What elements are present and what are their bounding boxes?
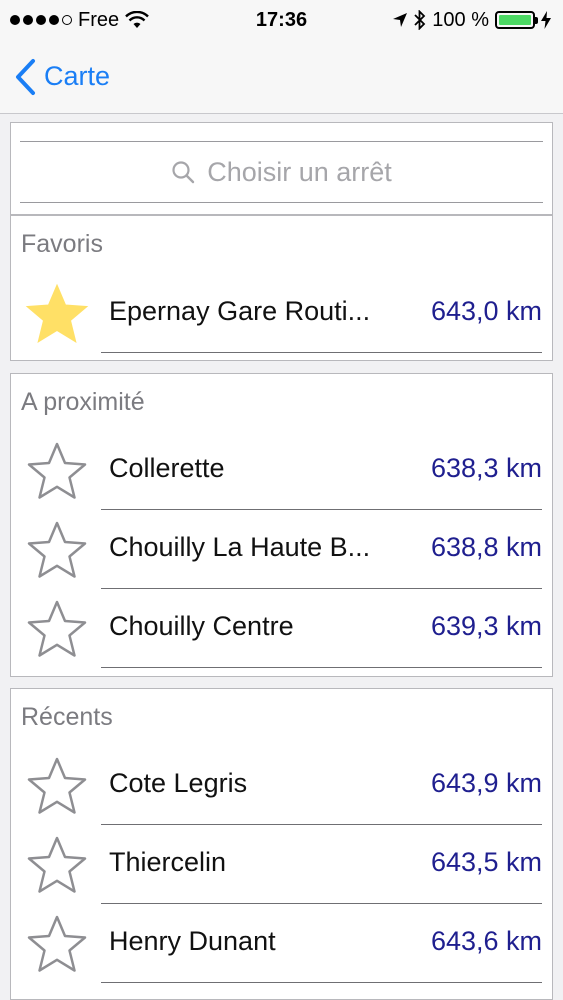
star-outline-icon[interactable] bbox=[25, 439, 89, 503]
stop-distance: 643,5 km bbox=[430, 847, 542, 877]
navigation-bar: Carte bbox=[0, 40, 563, 114]
location-arrow-icon bbox=[393, 13, 408, 27]
carrier-name: Free bbox=[78, 8, 120, 31]
chevron-left-icon bbox=[16, 58, 35, 95]
stop-distance: 638,3 km bbox=[430, 453, 542, 483]
battery-percentage: 100 % bbox=[432, 8, 489, 31]
row-divider bbox=[101, 982, 542, 983]
list-item[interactable]: Chouilly La Haute B... 638,8 km bbox=[11, 510, 552, 589]
section-title-recents: Récents bbox=[21, 703, 113, 731]
list-item[interactable]: Chouilly Centre 639,3 km bbox=[11, 589, 552, 668]
search-placeholder: Choisir un arrêt bbox=[207, 156, 392, 187]
list-item[interactable]: Epernay Gare Routi... 643,0 km bbox=[11, 274, 552, 353]
star-outline-icon[interactable] bbox=[25, 833, 89, 897]
list-item[interactable]: Cote Legris 643,9 km bbox=[11, 746, 552, 825]
list-item[interactable]: Collerette 638,3 km bbox=[11, 431, 552, 510]
status-bar: Free 17:36 100 % bbox=[0, 0, 563, 40]
stop-distance: 643,6 km bbox=[430, 926, 542, 956]
stop-name: Thiercelin bbox=[109, 847, 227, 877]
status-indicators: 100 % bbox=[392, 9, 551, 32]
star-outline-icon[interactable] bbox=[25, 518, 89, 582]
recents-section: Récents Cote Legris 643,9 km Thiercelin … bbox=[10, 688, 553, 1000]
stop-name: Chouilly La Haute B... bbox=[109, 532, 371, 562]
star-filled-icon[interactable] bbox=[25, 282, 89, 346]
star-outline-icon[interactable] bbox=[25, 912, 89, 976]
signal-strength-icon bbox=[10, 15, 72, 25]
search-icon bbox=[172, 161, 195, 184]
battery-icon bbox=[495, 11, 538, 29]
section-title-proximite: A proximité bbox=[21, 388, 145, 416]
stop-name: Collerette bbox=[109, 453, 225, 483]
stop-distance: 643,0 km bbox=[430, 296, 542, 326]
stop-name: Cote Legris bbox=[109, 768, 248, 798]
stop-distance: 638,8 km bbox=[430, 532, 542, 562]
search-input[interactable]: Choisir un arrêt bbox=[20, 141, 543, 203]
list-item[interactable]: Henry Dunant 643,6 km bbox=[11, 904, 552, 983]
favorites-section: Favoris Epernay Gare Routi... 643,0 km bbox=[10, 215, 553, 361]
stop-name: Henry Dunant bbox=[109, 926, 276, 956]
wifi-icon bbox=[125, 11, 149, 28]
row-divider bbox=[101, 352, 542, 353]
list-item[interactable]: Thiercelin 643,5 km bbox=[11, 825, 552, 904]
stop-distance: 643,9 km bbox=[430, 768, 542, 798]
carrier-group: Free bbox=[10, 9, 149, 32]
stop-name: Chouilly Centre bbox=[109, 611, 294, 641]
bluetooth-icon bbox=[414, 10, 426, 30]
search-container: Choisir un arrêt bbox=[10, 122, 553, 215]
section-title-favoris: Favoris bbox=[21, 230, 103, 258]
nearby-section: A proximité Collerette 638,3 km Chouilly… bbox=[10, 373, 553, 677]
clock-time: 17:36 bbox=[255, 8, 308, 31]
stop-distance: 639,3 km bbox=[430, 611, 542, 641]
stop-list-content: Choisir un arrêt Favoris Epernay Gare Ro… bbox=[0, 114, 563, 1000]
row-divider bbox=[101, 667, 542, 668]
back-label: Carte bbox=[44, 61, 111, 91]
back-button[interactable]: Carte bbox=[14, 58, 110, 96]
charging-bolt-icon bbox=[541, 11, 551, 29]
star-outline-icon[interactable] bbox=[25, 597, 89, 661]
stop-name: Epernay Gare Routi... bbox=[109, 296, 371, 326]
star-outline-icon[interactable] bbox=[25, 754, 89, 818]
